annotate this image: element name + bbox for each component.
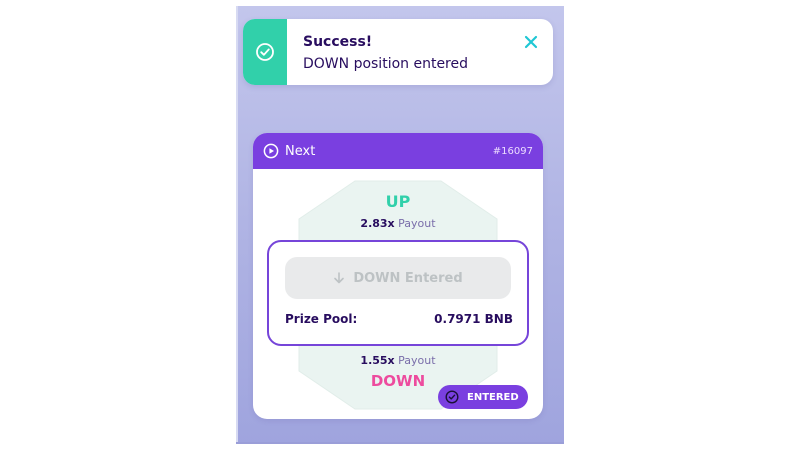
down-entered-button[interactable]: DOWN Entered xyxy=(285,257,511,299)
prize-pool-label: Prize Pool: xyxy=(285,312,358,326)
prediction-panel: Success! DOWN position entered Next #160… xyxy=(236,6,564,444)
panel-edge xyxy=(236,6,238,444)
round-status-label: Next xyxy=(285,143,316,159)
toast-title: Success! xyxy=(303,34,373,50)
next-round-card: Next #16097 UP 2.83x Payout DOWN Entered… xyxy=(253,133,543,419)
close-icon xyxy=(524,35,538,49)
down-payout-multiplier: 1.55x xyxy=(360,354,395,367)
round-epoch: #16097 xyxy=(492,145,533,157)
up-payout: 2.83x Payout xyxy=(253,217,543,230)
prize-pool-value: 0.7971 BNB xyxy=(434,312,513,326)
toast-message: DOWN position entered xyxy=(303,56,469,72)
up-label: UP xyxy=(385,192,411,211)
entered-badge: ENTERED xyxy=(438,385,528,409)
toast-status-strip xyxy=(243,19,287,85)
check-circle-icon xyxy=(255,42,275,62)
check-circle-icon xyxy=(445,390,459,404)
down-entered-button-label: DOWN Entered xyxy=(353,270,463,286)
down-payout-label: Payout xyxy=(398,354,436,367)
panel-bottom-edge xyxy=(236,442,564,444)
play-circle-icon xyxy=(263,143,279,159)
toast-close-button[interactable] xyxy=(521,32,541,52)
entered-badge-label: ENTERED xyxy=(467,391,519,403)
card-header: Next #16097 xyxy=(253,133,543,169)
arrow-down-icon xyxy=(333,272,345,284)
success-toast: Success! DOWN position entered xyxy=(243,19,553,85)
up-payout-multiplier: 2.83x xyxy=(360,217,395,230)
down-payout: 1.55x Payout xyxy=(253,354,543,367)
prize-pool-box: DOWN Entered Prize Pool: 0.7971 BNB xyxy=(267,240,529,346)
up-payout-label: Payout xyxy=(398,217,436,230)
